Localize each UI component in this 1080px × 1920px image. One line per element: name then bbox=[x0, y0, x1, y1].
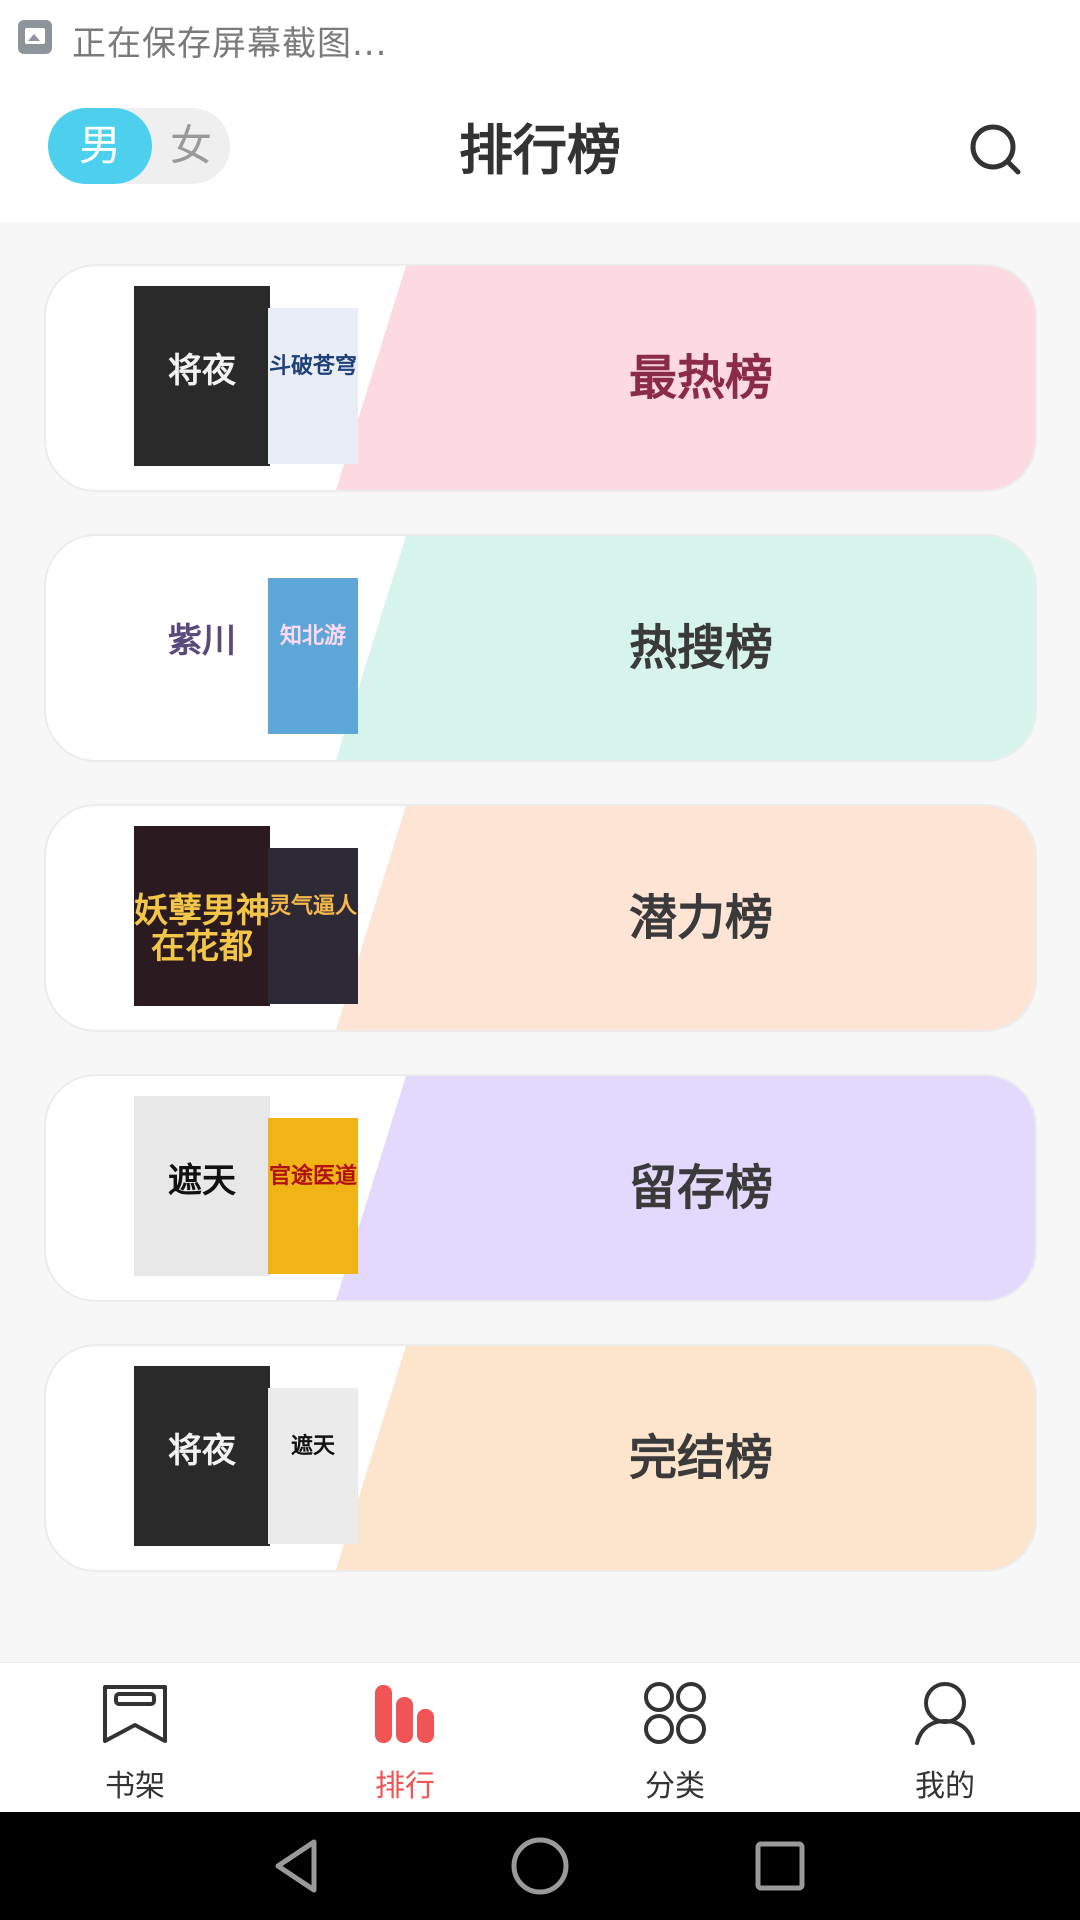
rank-card-label: 完结榜 bbox=[628, 1430, 773, 1486]
book-cover-title: 灵气逼人 bbox=[268, 892, 357, 919]
tab-category[interactable]: 分类 bbox=[540, 1663, 810, 1813]
rank-card-hot[interactable]: 将夜 斗破苍穹 最热榜 bbox=[46, 266, 1035, 490]
book-cover: 知北游 bbox=[268, 578, 358, 734]
rank-card-completed[interactable]: 将夜 遮天 完结榜 bbox=[46, 1346, 1035, 1570]
book-cover: 斗破苍穹 bbox=[268, 308, 358, 464]
book-cover: 官途医道 bbox=[268, 1118, 358, 1274]
tab-label: 我的 bbox=[915, 1769, 975, 1804]
rank-card-potential[interactable]: 妖孽男神在花都 灵气逼人 潜力榜 bbox=[46, 806, 1035, 1030]
tab-bookshelf[interactable]: 书架 bbox=[0, 1663, 270, 1813]
gender-female-option[interactable]: 女 bbox=[152, 108, 230, 184]
recents-icon[interactable] bbox=[748, 1834, 812, 1898]
search-icon bbox=[970, 124, 1021, 175]
status-bar: 正在保存屏幕截图... bbox=[0, 0, 1080, 80]
rank-card-retention[interactable]: 遮天 官途医道 留存榜 bbox=[46, 1076, 1035, 1300]
rank-card-label: 最热榜 bbox=[628, 350, 773, 406]
tab-label: 书架 bbox=[105, 1769, 165, 1804]
book-cover-title: 知北游 bbox=[279, 622, 346, 649]
book-cover-title: 紫川 bbox=[168, 621, 236, 662]
book-cover: 遮天 bbox=[268, 1388, 358, 1544]
book-cover-title: 将夜 bbox=[168, 1431, 236, 1472]
gender-toggle[interactable]: 男 女 bbox=[48, 108, 230, 184]
back-icon[interactable] bbox=[266, 1834, 330, 1898]
book-cover-title: 斗破苍穹 bbox=[268, 352, 357, 379]
book-cover-title: 将夜 bbox=[168, 351, 236, 392]
home-icon[interactable] bbox=[508, 1834, 572, 1898]
book-cover: 紫川 bbox=[134, 556, 270, 736]
rank-card-label: 热搜榜 bbox=[628, 620, 773, 676]
book-cover: 将夜 bbox=[134, 1366, 270, 1546]
book-cover: 妖孽男神在花都 bbox=[134, 826, 270, 1006]
tab-label: 排行 bbox=[375, 1769, 435, 1804]
ranking-icon bbox=[375, 1685, 434, 1743]
status-text: 正在保存屏幕截图... bbox=[72, 24, 388, 64]
rank-list: 将夜 斗破苍穹 最热榜 紫川 知北游 热搜榜 妖孽男神在花都 灵气逼人 潜力榜 … bbox=[46, 266, 1035, 1616]
book-cover-title: 妖孽男神在花都 bbox=[134, 891, 270, 968]
tab-ranking[interactable]: 排行 bbox=[270, 1663, 540, 1813]
book-cover: 将夜 bbox=[134, 286, 270, 466]
book-cover-title: 遮天 bbox=[290, 1432, 335, 1459]
bookshelf-icon bbox=[103, 1685, 167, 1743]
header: 排行榜 男 女 bbox=[0, 80, 1080, 222]
rank-card-label: 潜力榜 bbox=[628, 890, 773, 946]
book-cover: 遮天 bbox=[134, 1096, 270, 1276]
tab-profile[interactable]: 我的 bbox=[810, 1663, 1080, 1813]
search-button[interactable] bbox=[964, 118, 1028, 182]
screenshot-gallery-icon bbox=[18, 20, 52, 54]
book-cover-title: 遮天 bbox=[168, 1161, 236, 1202]
rank-card-label: 留存榜 bbox=[628, 1160, 773, 1216]
book-cover-title: 官途医道 bbox=[268, 1162, 357, 1189]
system-nav-bar bbox=[0, 1812, 1080, 1920]
bottom-tab-bar: 书架 排行 分类 我的 bbox=[0, 1662, 1080, 1813]
gender-male-option[interactable]: 男 bbox=[48, 108, 152, 184]
profile-icon bbox=[915, 1682, 975, 1745]
category-icon bbox=[644, 1682, 706, 1744]
rank-card-search[interactable]: 紫川 知北游 热搜榜 bbox=[46, 536, 1035, 760]
tab-label: 分类 bbox=[645, 1769, 705, 1804]
book-cover: 灵气逼人 bbox=[268, 848, 358, 1004]
